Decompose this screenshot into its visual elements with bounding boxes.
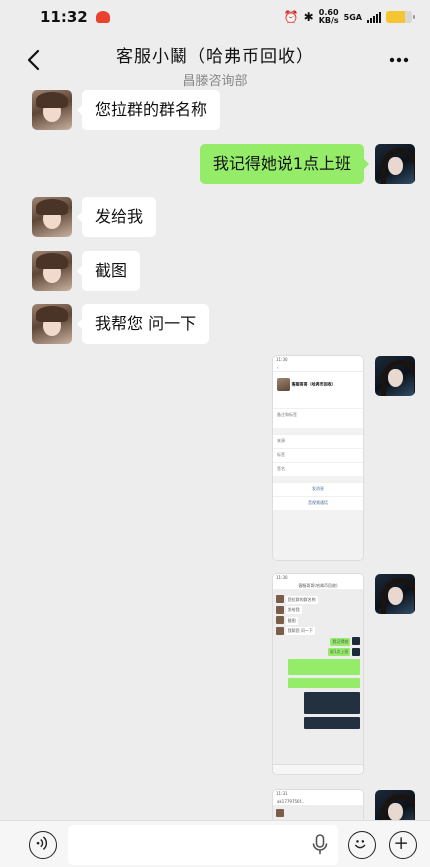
- chat-header: 客服小鬫（哈弗币回收） 昌滕咨询部: [0, 34, 430, 89]
- my-avatar[interactable]: [375, 356, 415, 396]
- message-bubble-incoming[interactable]: 我帮您 问一下: [76, 304, 210, 344]
- thumb-msg: 我记得她: [330, 637, 351, 646]
- thumb-video-call: 音视频通话: [273, 496, 363, 510]
- chat-input-bar: [0, 820, 430, 867]
- thumb-send-message: 发消息: [273, 482, 363, 496]
- my-avatar[interactable]: [375, 790, 415, 820]
- status-indicators: ⏰ ✱ 0.60 KB/s 5GA: [283, 9, 415, 25]
- thumb-contact-name: 客服哥哥（哈弗币回收）: [291, 381, 336, 387]
- contact-avatar[interactable]: [32, 304, 72, 344]
- message-bubble-incoming[interactable]: 您拉群的群名称: [76, 90, 221, 130]
- thumb-row: 标签: [273, 448, 363, 462]
- network-speed-unit: KB/s: [318, 16, 339, 25]
- thumb-row: 签名: [273, 462, 363, 476]
- thumb-avatar: [277, 378, 290, 391]
- message-bubble-incoming[interactable]: 发给我: [76, 197, 157, 237]
- contact-avatar[interactable]: [32, 197, 72, 237]
- thumb-row: 备注和标签: [273, 408, 363, 428]
- thumb-msg: 截图: [285, 616, 298, 625]
- signal-icon: [367, 11, 381, 23]
- thumb-status-time: 11:30: [273, 574, 363, 582]
- contact-avatar[interactable]: [32, 90, 72, 130]
- status-time: 11:32: [40, 8, 88, 26]
- my-avatar[interactable]: [375, 574, 415, 614]
- thumb-back-icon: ‹: [273, 364, 363, 372]
- thumb-chat-title: ak1779756f...: [273, 798, 363, 806]
- chat-subtitle: 昌滕咨询部: [182, 74, 248, 89]
- message-bubble-incoming[interactable]: 截图: [76, 251, 141, 291]
- message-bubble-outgoing[interactable]: 我记得她说1点上班: [199, 144, 370, 184]
- chat-title: 客服小鬫（哈弗币回收）: [116, 47, 314, 67]
- thumb-status-time: 11:31: [273, 790, 363, 798]
- battery-icon: [386, 11, 415, 23]
- plus-icon[interactable]: [389, 831, 417, 859]
- network-speed: 0.60 KB/s: [319, 9, 339, 25]
- image-message-chat-screenshot[interactable]: 11:30 客服哥哥(哈弗币回收) 您拉群的群名称 发给我 截图 我帮您 问一下…: [273, 574, 363, 774]
- thumb-profile: 客服哥哥（哈弗币回收）: [273, 372, 363, 408]
- thumb-msg: 说1点上班: [327, 648, 351, 656]
- image-message-chat-screenshot-2[interactable]: 11:31 ak1779756f...: [273, 790, 363, 820]
- thumb-chat-body: 您拉群的群名称 发给我 截图 我帮您 问一下 我记得她 说1点上班: [273, 590, 363, 732]
- message-list[interactable]: 您拉群的群名称 我记得她说1点上班 发给我 截图 我帮您 问一下 11:30 ‹…: [0, 88, 430, 820]
- status-bar: 11:32 ⏰ ✱ 0.60 KB/s 5GA: [0, 0, 430, 34]
- voice-mode-icon[interactable]: [29, 831, 57, 859]
- app-notification-icon: [95, 11, 110, 23]
- thumb-msg: 发给我: [285, 606, 302, 614]
- thumb-row: 来源: [273, 434, 363, 448]
- image-message-contact-card[interactable]: 11:30 ‹ 客服哥哥（哈弗币回收） 备注和标签 来源 标签 签名 发消息 音…: [273, 356, 363, 560]
- thumb-chat-title: 客服哥哥(哈弗币回收): [273, 582, 363, 590]
- message-input[interactable]: [68, 825, 338, 865]
- thumb-msg: 我帮您 问一下: [285, 627, 315, 635]
- alarm-icon: ⏰: [283, 10, 299, 24]
- microphone-icon[interactable]: [310, 833, 330, 857]
- emoji-icon[interactable]: [348, 831, 376, 859]
- chevron-left-icon[interactable]: [22, 46, 46, 76]
- bluetooth-icon: ✱: [303, 10, 314, 24]
- thumb-status-time: 11:30: [276, 357, 288, 362]
- my-avatar[interactable]: [375, 144, 415, 184]
- contact-avatar[interactable]: [32, 251, 72, 291]
- network-type: 5GA: [343, 12, 362, 22]
- thumb-msg: 您拉群的群名称: [285, 595, 318, 604]
- more-dots-icon[interactable]: [388, 50, 410, 70]
